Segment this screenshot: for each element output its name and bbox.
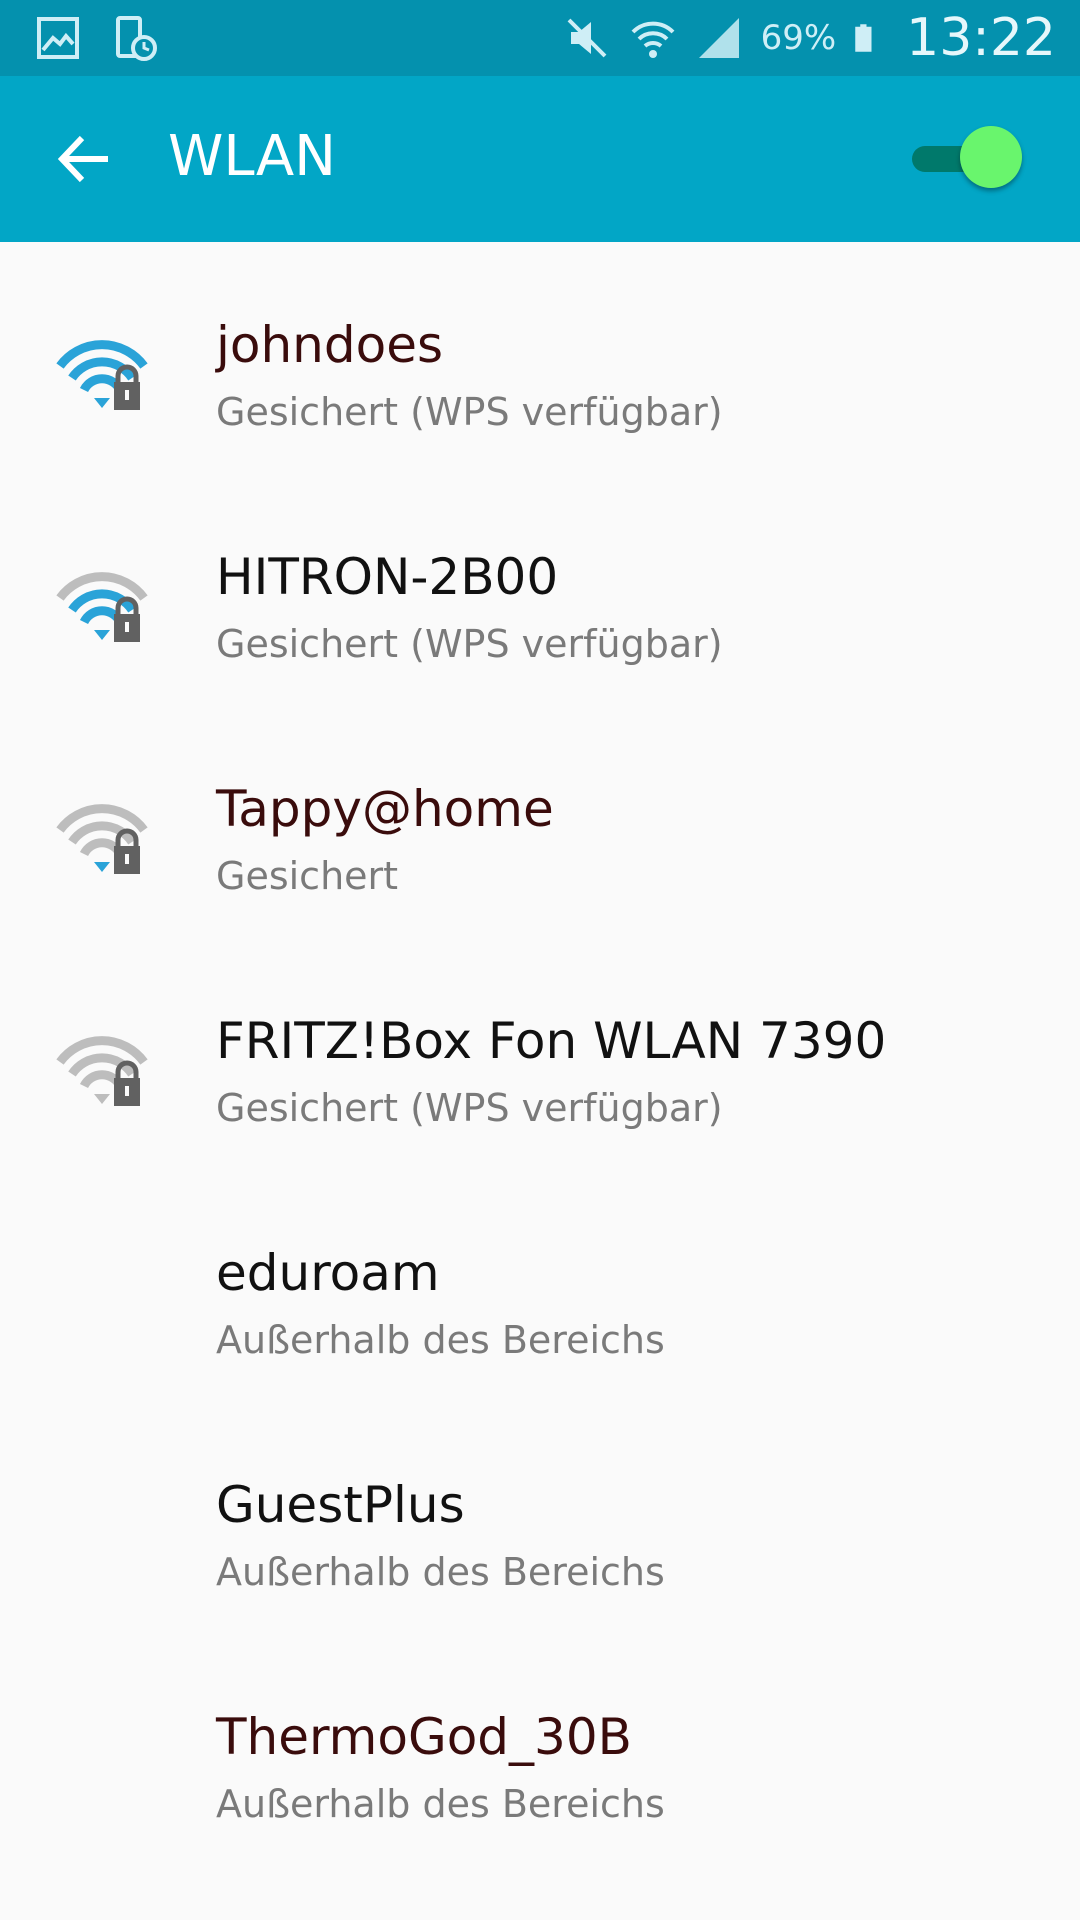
network-status: Gesichert (WPS verfügbar) <box>216 390 723 434</box>
network-name: eduroam <box>216 1244 440 1302</box>
device-clock-icon <box>116 16 157 61</box>
battery-icon <box>855 24 872 52</box>
network-row[interactable]: ThermoGod_30B Außerhalb des Bereichs <box>0 1634 1080 1866</box>
network-row[interactable]: eduroam Außerhalb des Bereichs <box>0 1170 1080 1402</box>
network-name: HITRON-2B00 <box>216 548 559 606</box>
network-row[interactable]: HITRON-2B00 Gesichert (WPS verfügbar) <box>0 474 1080 706</box>
arrow-left-icon[interactable] <box>52 126 118 192</box>
wifi-lock-icon <box>56 340 148 410</box>
page-title: WLAN <box>168 124 337 189</box>
network-name: GuestPlus <box>216 1476 465 1534</box>
network-status: Außerhalb des Bereichs <box>216 1550 665 1594</box>
lock-keyhole <box>125 622 129 632</box>
network-status: Gesichert <box>216 854 399 898</box>
network-row[interactable]: GuestPlus Außerhalb des Bereichs <box>0 1402 1080 1634</box>
network-name: johndoes <box>216 316 444 374</box>
network-status: Außerhalb des Bereichs <box>216 1318 665 1362</box>
signal-dot <box>94 862 110 872</box>
battery-percent: 69% <box>760 18 837 58</box>
network-row[interactable]: Tappy@home Gesichert <box>0 706 1080 938</box>
network-name: FRITZ!Box Fon WLAN 7390 <box>216 1012 887 1070</box>
signal-dot <box>94 630 110 640</box>
network-name: ThermoGod_30B <box>216 1708 632 1766</box>
network-status: Gesichert (WPS verfügbar) <box>216 1086 723 1130</box>
mute-icon <box>567 18 606 58</box>
network-row[interactable]: FRITZ!Box Fon WLAN 7390 Gesichert (WPS v… <box>0 938 1080 1170</box>
wifi-lock-icon <box>56 572 148 642</box>
lock-keyhole <box>125 1086 129 1096</box>
wifi-lock-icon <box>56 804 148 874</box>
gallery-icon <box>37 17 79 59</box>
cell-signal-icon <box>698 18 739 58</box>
network-status: Gesichert (WPS verfügbar) <box>216 622 723 666</box>
signal-dot <box>94 398 110 408</box>
wifi-lock-icon <box>56 1036 148 1106</box>
signal-dot <box>94 1094 110 1104</box>
network-status: Außerhalb des Bereichs <box>216 1782 665 1826</box>
status-bar: 69% 13:22 <box>0 0 1080 76</box>
lock-keyhole <box>125 854 129 864</box>
lock-keyhole <box>125 390 129 400</box>
network-row[interactable]: johndoes Gesichert (WPS verfügbar) <box>0 242 1080 474</box>
wifi-status-icon <box>631 21 674 58</box>
network-list: johndoes Gesichert (WPS verfügbar) HITRO… <box>0 242 1080 1866</box>
network-name: Tappy@home <box>216 780 554 838</box>
clock: 13:22 <box>906 8 1056 68</box>
toggle-thumb <box>960 126 1022 188</box>
app-toolbar: WLAN <box>0 76 1080 242</box>
wifi-toggle[interactable] <box>908 126 1026 192</box>
